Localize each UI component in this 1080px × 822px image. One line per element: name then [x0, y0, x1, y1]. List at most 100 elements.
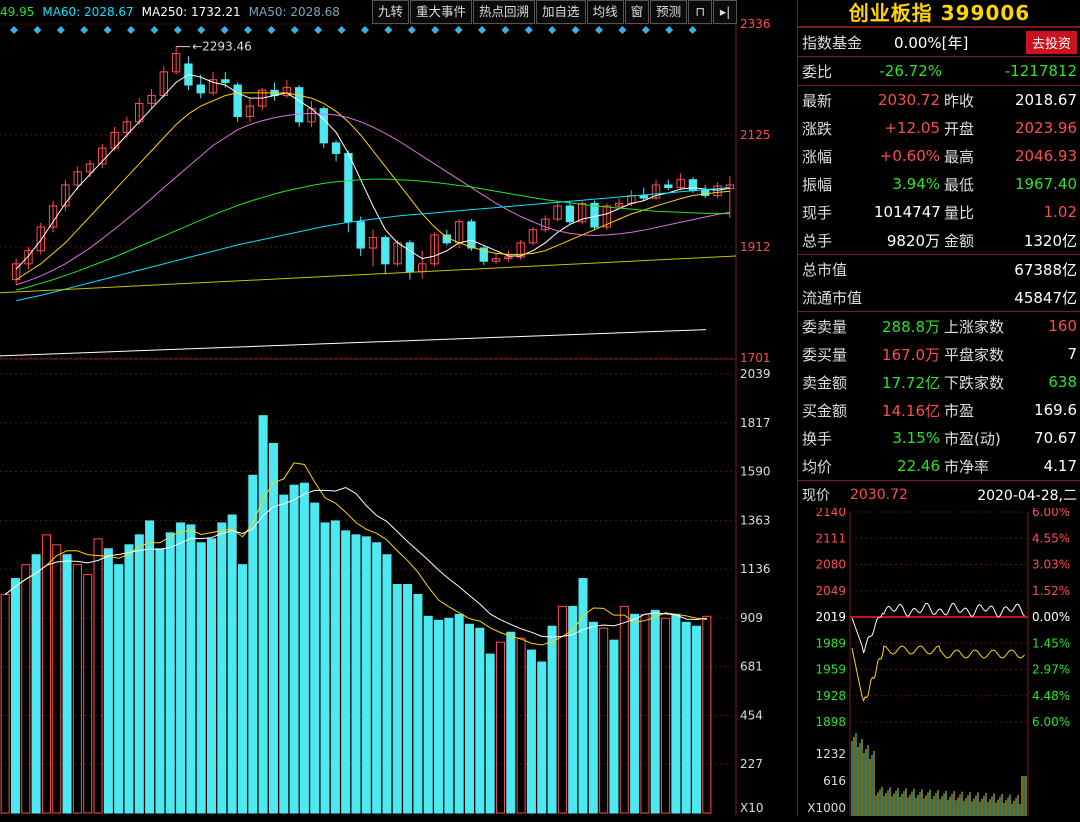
event-marker-icon [688, 26, 697, 34]
volume-bar [186, 524, 196, 814]
event-marker-icon [56, 26, 65, 34]
volume-axis-label: 454 [740, 708, 763, 722]
toolbar-hotspot-review[interactable]: 热点回溯 [473, 0, 536, 24]
order-value: 638 [1048, 373, 1077, 391]
volume-bar [423, 615, 433, 814]
event-marker-icon [407, 26, 416, 34]
volume-bar [516, 637, 526, 814]
order-value: 3.15% [892, 429, 940, 447]
toolbar-add-watchlist[interactable]: 加自选 [536, 0, 586, 24]
chart-toolbar: 九转 重大事件 热点回溯 加自选 均线 窗 预测 ⊓ ▸| [372, 0, 738, 24]
event-marker-icon [33, 26, 42, 34]
volume-axis-label: 1590 [740, 465, 771, 479]
volume-bar [217, 522, 227, 814]
order-value: 22.46 [897, 457, 940, 475]
volume-bar [268, 442, 278, 814]
volume-bar [537, 661, 547, 814]
webi-label: 委比 [802, 62, 833, 81]
intraday-chart[interactable]: 2140 6.00% 2111 4.55% 2080 3.03% 2049 1.52% 2019… [798, 505, 1080, 818]
order-label: 市净率 [944, 457, 990, 476]
event-marker-icon [384, 26, 393, 34]
volume-bar [599, 627, 609, 814]
volume-bar [41, 534, 51, 814]
quote-value: 1.02 [1043, 203, 1077, 221]
quote-label: 量比 [944, 203, 975, 222]
mini-price-line [851, 602, 1025, 654]
volume-bar [382, 554, 392, 814]
volume-bar [392, 584, 402, 814]
order-table: 委卖量 288.8万 上涨家数 160 委买量 167.0万 平盘家数 7 卖金额 17.72亿下… [798, 311, 1080, 480]
price-axis-label: 1701 [740, 351, 771, 365]
volume-bar [237, 564, 248, 814]
quote-value: 3.94% [892, 175, 940, 193]
mini-price-label: 现价 [802, 487, 830, 504]
toolbar-forecast[interactable]: 预测 [650, 0, 688, 24]
volume-bar [568, 605, 578, 814]
mini-price-value: 2030.72 [850, 486, 908, 503]
event-marker-icon [595, 26, 603, 34]
volume-bar [145, 520, 155, 814]
invest-button[interactable]: 去投资 [1025, 30, 1077, 54]
quote-row: 涨跌 +12.05 开盘 2023.96 [798, 114, 1080, 142]
volume-bar [526, 649, 536, 814]
event-marker-icon [571, 26, 580, 34]
collapse-panel-icon[interactable]: ▸| [713, 0, 738, 24]
event-marker-icon [220, 26, 229, 34]
price-axis-label: 2125 [740, 128, 771, 142]
toolbar-ma-settings[interactable]: 均线 [586, 0, 624, 24]
lock-icon[interactable]: ⊓ [688, 0, 713, 24]
float-row: 流通市值 45847亿 [798, 283, 1080, 311]
volume-axis-label: 2039 [740, 367, 771, 381]
candle-body [233, 84, 242, 118]
order-label: 卖金额 [802, 373, 848, 392]
volume-bar [196, 542, 206, 814]
trend-line-ma250 [0, 329, 707, 357]
volume-bar [330, 520, 340, 814]
candle-body [381, 237, 390, 265]
quote-value: 1320亿 [1023, 231, 1077, 250]
volume-axis-label: X10 [740, 801, 764, 815]
volume-axis-label: 227 [740, 757, 763, 771]
mini-left-axis-label: 1928 [815, 689, 846, 703]
mini-left-axis-label: 2111 [815, 531, 846, 545]
webi-pct: -26.72% [879, 62, 942, 80]
volume-bar [93, 538, 103, 814]
order-row: 换手 3.15% 市盈(动) 70.67 [798, 424, 1080, 452]
mini-vol-axis-label: 616 [823, 774, 846, 788]
volume-bar [650, 609, 660, 814]
mini-right-axis-label: 2.97% [1032, 663, 1070, 677]
candle-body [294, 87, 304, 123]
event-marker-icon [665, 26, 674, 34]
event-marker-icon [267, 26, 276, 34]
float-value: 45847亿 [1014, 288, 1077, 307]
volume-bar [279, 494, 289, 814]
volume-bar [155, 548, 165, 814]
kline-chart[interactable]: 2336 2125 1912 1701 ←2293.46 2039 1817 1590 1363… [0, 0, 797, 815]
toolbar-window[interactable]: 窗 [624, 0, 650, 24]
order-label: 市盈 [944, 401, 975, 420]
event-marker-icon [103, 26, 112, 34]
mini-left-axis-label: 2080 [815, 558, 846, 572]
toolbar-major-events[interactable]: 重大事件 [410, 0, 473, 24]
event-marker-icon [290, 26, 299, 34]
kline-chart-area[interactable]: 2336 2125 1912 1701 ←2293.46 2039 1817 1590 1363… [0, 0, 797, 815]
candle-body [221, 79, 230, 83]
quote-row: 振幅 3.94% 最低 1967.40 [798, 170, 1080, 198]
quote-value: 2046.93 [1014, 147, 1077, 165]
volume-bar [630, 613, 640, 814]
float-label: 流通市值 [802, 288, 863, 307]
quote-row: 现手 1014747 量比 1.02 [798, 198, 1080, 226]
volume-bar [10, 578, 21, 814]
order-label: 委卖量 [802, 317, 848, 336]
quote-row: 最新 2030.72 昨收 2018.67 [798, 86, 1080, 114]
volume-bar [372, 542, 382, 814]
toolbar-jiuzhuan[interactable]: 九转 [372, 0, 410, 24]
quote-label: 最新 [802, 91, 833, 110]
trend-line-trend-yellow [0, 255, 737, 294]
order-label: 上涨家数 [944, 317, 1005, 336]
candle-body [467, 221, 476, 249]
event-marker-icon [501, 26, 510, 34]
order-value: 17.72亿 [882, 373, 940, 392]
price-axis-label: 2336 [740, 17, 771, 31]
order-label: 委买量 [802, 345, 848, 364]
